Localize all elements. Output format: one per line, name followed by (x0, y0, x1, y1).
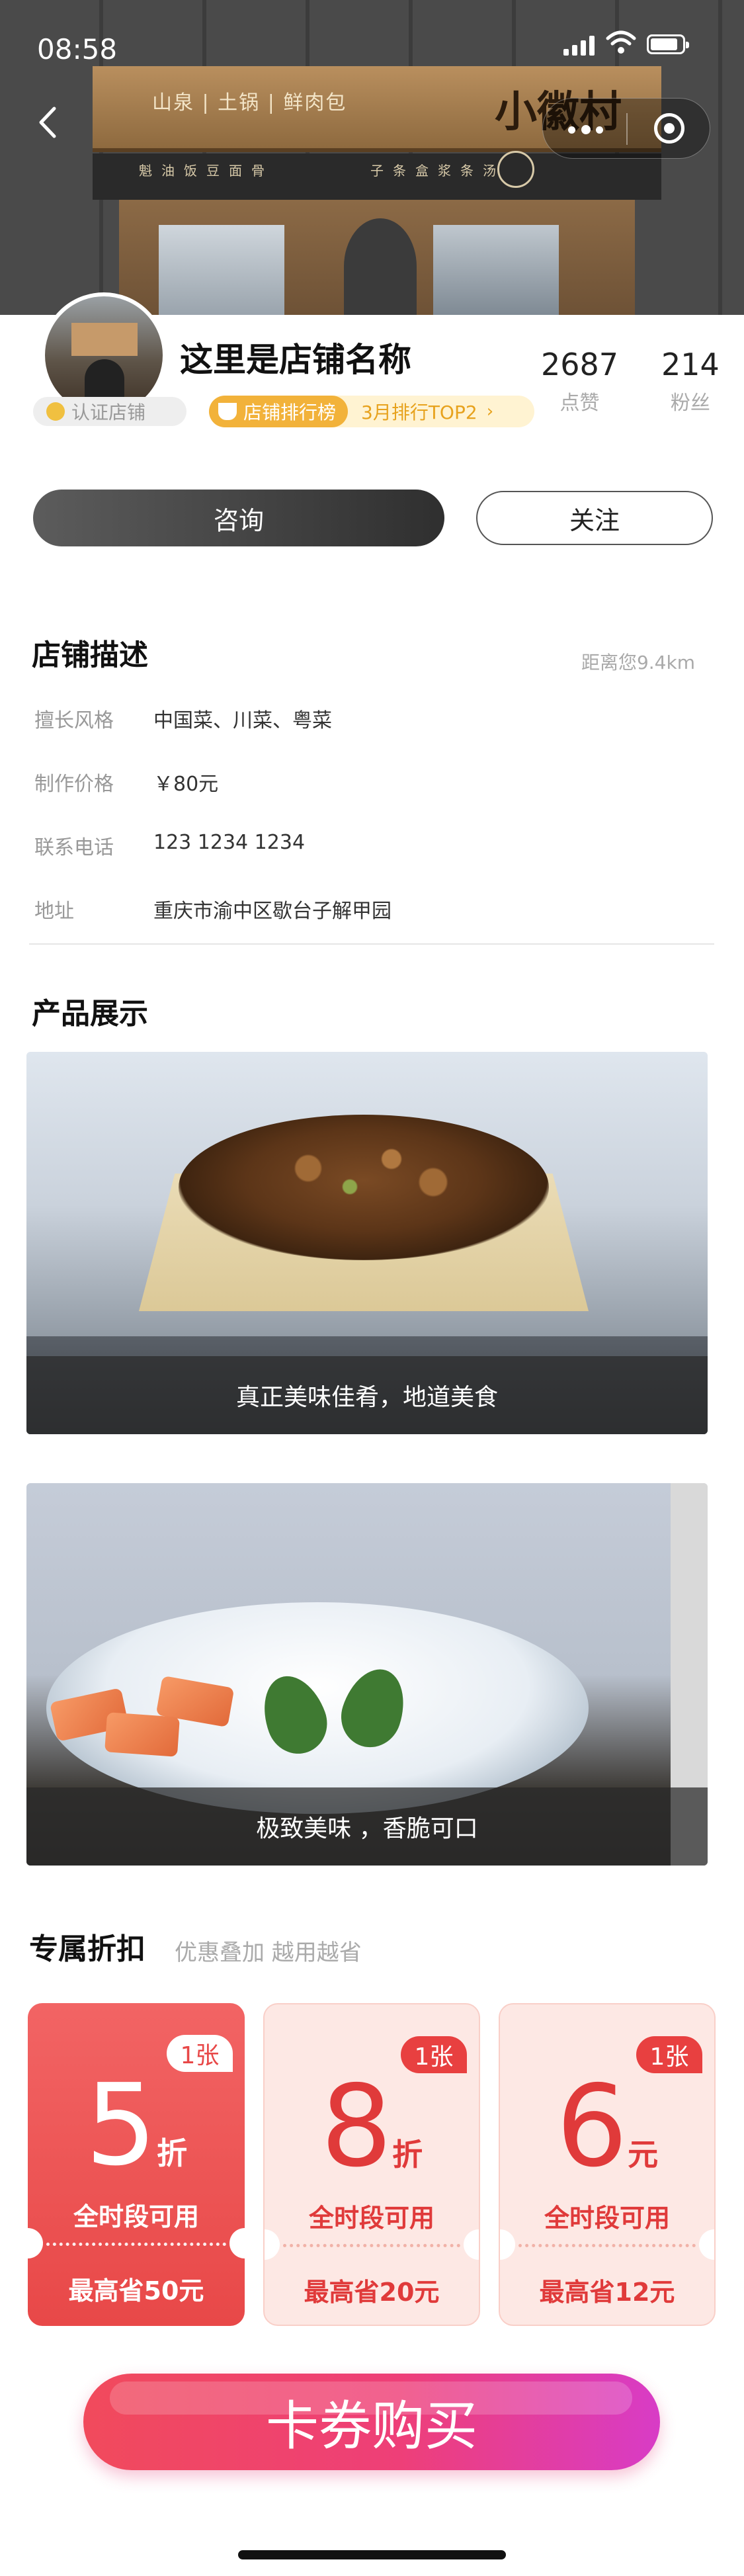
coupon-perforation (283, 2244, 460, 2247)
coupon-value: 5折 (28, 2069, 245, 2210)
banner-window-right (433, 225, 559, 315)
product-card[interactable]: 极致美味 ，香脆可口 (26, 1483, 708, 1866)
coupon-count: 1张 (167, 2035, 233, 2072)
coupon-amount: 6 (556, 2061, 628, 2192)
price-label: 制作价格 (34, 773, 114, 796)
products-title: 产品展示 (32, 997, 148, 1031)
banner-menu-band: 魁油饭豆面骨 子条盒浆条汤 (93, 153, 661, 200)
likes-label: 点赞 (559, 392, 600, 415)
description-title: 店铺描述 (32, 638, 148, 672)
ranking-value: 3月排行TOP2 (361, 402, 477, 423)
certified-badge: 认证店铺 (33, 397, 186, 426)
close-miniprogram-icon[interactable] (628, 99, 711, 159)
certified-label: 认证店铺 (71, 402, 146, 423)
product-caption: 极致美味 ，香脆可口 (26, 1787, 708, 1866)
coupon-availability: 全时段可用 (308, 2204, 434, 2233)
banner-window-left (159, 225, 284, 315)
buy-coupon-label: 卡券购买 (266, 2395, 477, 2457)
trophy-icon (218, 403, 237, 420)
sign-small-text: 山泉 | 土锅 | 鲜肉包 (152, 91, 347, 114)
style-label: 擅长风格 (34, 709, 114, 732)
wifi-icon (606, 30, 636, 54)
band-text-right: 子条盒浆条汤 (370, 163, 505, 179)
signal-icon (563, 34, 595, 56)
coupon-availability: 全时段可用 (544, 2204, 670, 2233)
coupon-max-saving: 最高省50元 (68, 2276, 204, 2305)
buy-coupon-button[interactable]: 卡券购买 (83, 2374, 660, 2470)
follow-button[interactable]: 关注 (476, 491, 713, 545)
coupon-availability: 全时段可用 (73, 2202, 199, 2231)
fans-label: 粉丝 (670, 392, 710, 415)
coupon-value: 6元 (500, 2071, 714, 2211)
coupon-perforation (46, 2243, 226, 2246)
coupon-unit: 折 (157, 2135, 188, 2171)
distance-text: 距离您9.4km (581, 652, 695, 673)
product-card[interactable]: 真正美味佳肴，地道美食 (26, 1052, 708, 1434)
coupon-card[interactable]: 1张 5折 全时段可用 最高省50元 (28, 2003, 245, 2326)
product-image-garnish (225, 1131, 503, 1224)
certified-icon (46, 402, 65, 421)
coupon-max-saving: 最高省12元 (539, 2278, 675, 2307)
band-text-left: 魁油饭豆面骨 (139, 163, 274, 179)
fans-count: 214 (661, 347, 720, 382)
coupon-max-saving: 最高省20元 (304, 2278, 440, 2307)
likes-count: 2687 (541, 347, 619, 382)
style-value: 中国菜、川菜、粤菜 (153, 709, 332, 732)
status-time: 08:58 (37, 33, 118, 65)
coupons-subtitle: 优惠叠加 越用越省 (175, 1940, 362, 1966)
back-icon[interactable] (29, 99, 69, 146)
miniprogram-capsule (542, 98, 710, 159)
address-value[interactable]: 重庆市渝中区歇台子解甲园 (153, 894, 392, 923)
coupon-perforation (518, 2244, 696, 2247)
coupon-card[interactable]: 1张 8折 全时段可用 最高省20元 (263, 2003, 480, 2326)
address-label: 地址 (34, 900, 74, 923)
product-image-salmon (104, 1712, 180, 1757)
section-divider (29, 943, 714, 945)
product-caption: 真正美味佳肴，地道美食 (26, 1356, 708, 1434)
ranking-label-pill: 店铺排行榜 (209, 396, 349, 427)
coupon-unit: 元 (628, 2137, 659, 2172)
coupon-unit: 折 (392, 2137, 423, 2172)
coupon-count: 1张 (636, 2036, 702, 2073)
phone-value[interactable]: 123 1234 1234 (153, 831, 305, 854)
ranking-label: 店铺排行榜 (243, 402, 337, 423)
banner-door (344, 218, 417, 315)
consult-button[interactable]: 咨询 (33, 490, 444, 546)
banner-logo-icon (497, 151, 534, 188)
coupon-count: 1张 (401, 2036, 467, 2073)
shop-name: 这里是店铺名称 (180, 341, 411, 379)
coupons-title: 专属折扣 (29, 1932, 145, 1966)
coupon-amount: 8 (320, 2061, 393, 2192)
battery-icon (647, 34, 689, 54)
status-bar: 08:58 (0, 0, 744, 86)
coupon-card[interactable]: 1张 6元 全时段可用 最高省12元 (499, 2003, 716, 2326)
price-value: ￥80元 (153, 773, 219, 796)
chevron-right-icon: › (486, 402, 494, 421)
home-indicator (238, 2550, 506, 2559)
shop-ranking-badge[interactable]: 店铺排行榜 3月排行TOP2 › (209, 396, 534, 427)
coupon-value: 8折 (265, 2071, 479, 2211)
page: 山泉 | 土锅 | 鲜肉包 小徽村 魁油饭豆面骨 子条盒浆条汤 08:58 这里… (0, 0, 744, 2576)
fans-stat: 214 粉丝 (661, 347, 720, 415)
likes-stat: 2687 点赞 (541, 347, 618, 415)
more-icon[interactable] (543, 99, 626, 159)
phone-label: 联系电话 (34, 836, 114, 859)
coupon-amount: 5 (85, 2060, 157, 2191)
